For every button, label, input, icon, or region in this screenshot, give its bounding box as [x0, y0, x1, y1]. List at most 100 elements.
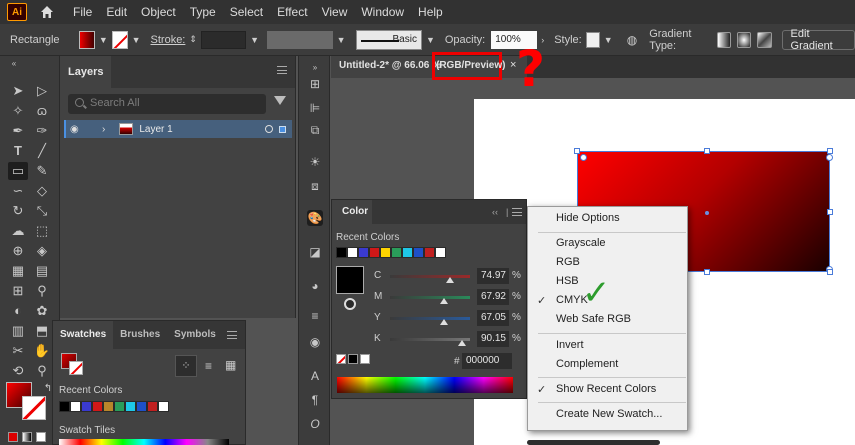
transparency-panel-icon[interactable]: ◕ — [307, 278, 323, 294]
warp-tool-icon[interactable]: ☁ — [8, 222, 28, 240]
expand-arrow-icon[interactable]: › — [102, 124, 105, 135]
stroke-label[interactable]: Stroke: — [151, 34, 186, 46]
bounding-handle[interactable] — [827, 269, 833, 275]
tab-swatches[interactable]: Swatches — [53, 321, 114, 349]
channel-slider-track[interactable] — [390, 317, 470, 320]
none-color-button[interactable] — [336, 354, 346, 364]
brush-definition[interactable]: Basic — [355, 29, 422, 50]
graph-tool-icon[interactable]: ▥ — [8, 322, 28, 340]
bounding-handle[interactable] — [704, 269, 710, 275]
menu-item[interactable]: RGB — [556, 256, 580, 268]
curvature-tool-icon[interactable]: ✑ — [32, 122, 52, 140]
menu-item[interactable]: Hide Options — [556, 212, 620, 224]
chevron-down-icon[interactable]: ▼ — [426, 35, 435, 45]
direct-selection-tool-icon[interactable]: ▷ — [32, 82, 52, 100]
channel-value-input[interactable]: 90.15 — [477, 331, 509, 347]
shaper-tool-icon[interactable]: ∽ — [8, 182, 28, 200]
layer-row[interactable]: ◉ › Layer 1 — [64, 120, 292, 138]
menu-item[interactable]: Show Recent Colors — [556, 383, 656, 395]
gradient-tool-icon[interactable]: ▤ — [32, 262, 52, 280]
color-chip[interactable] — [424, 247, 435, 258]
color-chip[interactable] — [413, 247, 424, 258]
color-chip[interactable] — [391, 247, 402, 258]
horizontal-scrollbar[interactable] — [527, 440, 660, 445]
color-chip[interactable] — [103, 401, 114, 412]
blend-tool-icon[interactable]: ◐ — [8, 302, 28, 320]
line-tool-icon[interactable]: ╱ — [32, 142, 52, 160]
lasso-icon[interactable]: ɷ — [32, 102, 52, 120]
tab-color[interactable]: Color — [332, 200, 372, 224]
mesh-tool-icon[interactable]: ⊞ — [8, 282, 28, 300]
menu-object[interactable]: Object — [141, 5, 176, 19]
artboard-tool-icon[interactable]: ⬒ — [32, 322, 52, 340]
stepper-icon[interactable]: ⇕ — [189, 34, 197, 45]
linear-gradient-button[interactable] — [717, 31, 732, 48]
edit-gradient-button[interactable]: Edit Gradient — [781, 28, 855, 52]
channel-value-input[interactable]: 67.05 — [477, 310, 509, 326]
color-chip[interactable] — [358, 247, 369, 258]
white-color-button[interactable] — [360, 354, 370, 364]
menu-item[interactable]: Create New Swatch... — [556, 408, 662, 420]
stroke-proxy[interactable] — [69, 361, 83, 375]
collapse-arrows-icon[interactable]: « — [4, 60, 24, 68]
chevron-down-icon[interactable]: ▼ — [604, 35, 613, 45]
bounding-handle[interactable] — [827, 148, 833, 154]
menu-view[interactable]: View — [322, 5, 348, 19]
visibility-eye-icon[interactable]: ◉ — [70, 124, 84, 135]
menu-item[interactable]: Complement — [556, 358, 618, 370]
variable-width-profile[interactable] — [267, 30, 333, 49]
menu-item[interactable]: Invert — [556, 339, 584, 351]
color-chip[interactable] — [147, 401, 158, 412]
pathfinder-panel-icon[interactable]: ⧉ — [307, 122, 323, 138]
list-view-icon[interactable]: ≡ — [205, 359, 212, 373]
rotate-view-icon[interactable]: ⟲ — [8, 362, 28, 380]
rotate-tool-icon[interactable]: ↻ — [8, 202, 28, 220]
free-transform-icon[interactable]: ⬚ — [32, 222, 52, 240]
transform-panel-icon[interactable]: ⊞ — [307, 76, 323, 92]
layer-name[interactable]: Layer 1 — [139, 124, 172, 135]
corner-widget[interactable] — [826, 154, 833, 161]
hex-input[interactable]: 000000 — [462, 353, 512, 369]
paintbrush-icon[interactable]: ✎ — [32, 162, 52, 180]
collapse-arrows-icon[interactable]: ‹‹ — [492, 207, 498, 217]
magic-wand-icon[interactable]: ✧ — [8, 102, 28, 120]
channel-slider-thumb[interactable] — [440, 298, 449, 304]
stroke-panel-icon[interactable]: ≡ — [307, 308, 323, 324]
channel-value-input[interactable]: 67.92 — [477, 289, 509, 305]
panel-menu-icon[interactable] — [512, 208, 522, 216]
selection-indicator[interactable] — [279, 125, 286, 133]
filter-icon[interactable] — [274, 96, 286, 105]
channel-slider-thumb[interactable] — [439, 319, 448, 325]
tab-symbols[interactable]: Symbols — [167, 321, 223, 349]
opacity-label[interactable]: Opacity: — [445, 34, 485, 46]
opentype-panel-icon[interactable]: O — [307, 416, 323, 432]
eraser-icon[interactable]: ◇ — [32, 182, 52, 200]
color-chip[interactable] — [336, 247, 347, 258]
selection-tool-icon[interactable]: ➤ — [8, 82, 28, 100]
layers-search-input[interactable]: Search All — [68, 94, 266, 114]
color-panel-icon[interactable]: 🎨 — [307, 210, 323, 226]
channel-value-input[interactable]: 74.97 — [477, 268, 509, 284]
color-chip[interactable] — [70, 401, 81, 412]
tab-layers[interactable]: Layers — [60, 56, 112, 88]
slice-tool-icon[interactable]: ✂ — [8, 342, 28, 360]
zoom-tool-icon[interactable]: ⚲ — [32, 362, 52, 380]
bounding-handle[interactable] — [574, 148, 580, 154]
color-chip[interactable] — [402, 247, 413, 258]
color-chip[interactable] — [136, 401, 147, 412]
shape-builder-icon[interactable]: ⊕ — [8, 242, 28, 260]
color-spectrum[interactable] — [337, 377, 513, 393]
home-icon[interactable] — [39, 4, 55, 20]
channel-slider-track[interactable] — [390, 275, 470, 278]
channel-slider-thumb[interactable] — [445, 277, 454, 283]
menu-edit[interactable]: Edit — [106, 5, 127, 19]
stroke-swatch[interactable] — [111, 30, 128, 49]
chevron-down-icon[interactable]: ▼ — [337, 35, 346, 45]
gradient-panel-icon[interactable]: ◉ — [307, 334, 323, 350]
swatch-tiles-row[interactable] — [59, 439, 229, 445]
color-chip[interactable] — [158, 401, 169, 412]
stroke-color-box[interactable] — [22, 396, 46, 420]
stroke-weight-input[interactable] — [200, 30, 247, 49]
menu-file[interactable]: File — [73, 5, 92, 19]
perspective-grid-icon[interactable]: ▦ — [8, 262, 28, 280]
